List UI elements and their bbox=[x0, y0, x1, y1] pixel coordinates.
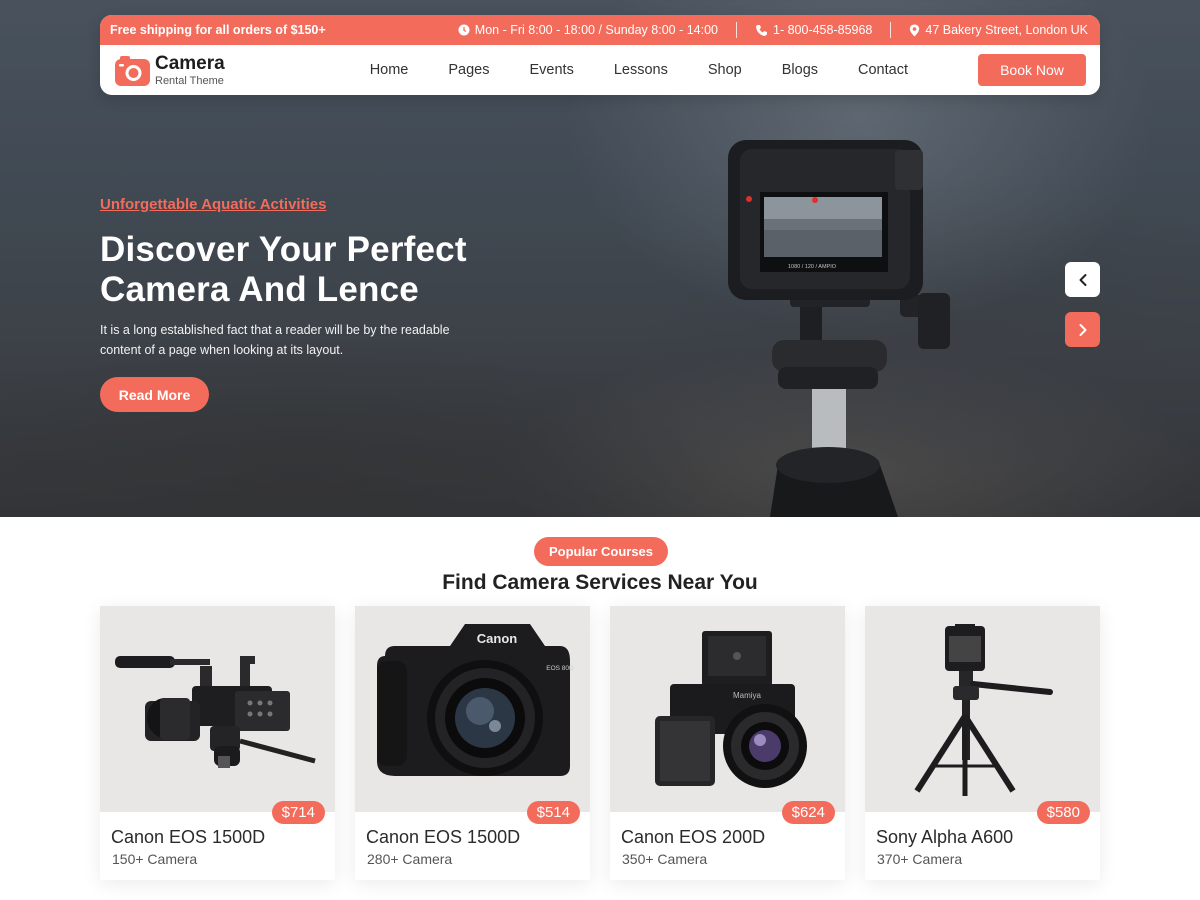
phone-number[interactable]: 1- 800-458-85968 bbox=[755, 23, 872, 37]
location-pin-icon bbox=[910, 24, 920, 36]
phone-number-text: 1- 800-458-85968 bbox=[773, 23, 873, 37]
card-image: Canon EOS 80D bbox=[355, 606, 590, 812]
camera-screen-text: 1080 / 120 / AMPIO bbox=[788, 264, 837, 270]
camera-count: 350+ Camera bbox=[622, 851, 708, 867]
camera-count: 150+ Camera bbox=[112, 851, 198, 867]
camera-card[interactable]: $714 Canon EOS 1500D 150+ Camera bbox=[100, 606, 335, 880]
price-badge: $514 bbox=[526, 801, 580, 824]
hero-content: Unforgettable Aquatic Activities Discove… bbox=[100, 196, 520, 412]
hero-title: Discover Your Perfect Camera And Lence bbox=[100, 230, 520, 310]
nav-contact[interactable]: Contact bbox=[838, 62, 928, 78]
camera-count: 370+ Camera bbox=[877, 851, 963, 867]
medium-format-camera-image: Mamiya bbox=[655, 631, 807, 788]
camera-card[interactable]: Canon EOS 80D $514 Canon EOS 1500D 280+ … bbox=[355, 606, 590, 880]
address: 47 Bakery Street, London UK bbox=[909, 23, 1088, 37]
topbar-divider bbox=[890, 22, 892, 38]
opening-hours-text: Mon - Fri 8:00 - 18:00 / Sunday 8:00 - 1… bbox=[474, 23, 718, 37]
camera-on-tripod-image bbox=[914, 624, 1053, 796]
hero-title-line-1: Discover Your Perfect bbox=[100, 230, 467, 269]
camera-name[interactable]: Canon EOS 1500D bbox=[366, 827, 520, 848]
brand-name: Camera bbox=[155, 52, 225, 74]
hero-description-line-1: It is a long established fact that a rea… bbox=[100, 323, 450, 337]
brand-tagline: Rental Theme bbox=[155, 74, 224, 87]
camera-card[interactable]: Mamiya $624 Canon EOS 200D 350+ Camera bbox=[610, 606, 845, 880]
slider-next-button[interactable] bbox=[1065, 312, 1100, 347]
book-now-button[interactable]: Book Now bbox=[978, 54, 1086, 86]
dslr-camera-image: Canon EOS 80D bbox=[377, 624, 574, 776]
main-navbar: Camera Rental Theme Home Pages Events Le… bbox=[100, 45, 1100, 95]
phone-icon bbox=[756, 24, 767, 36]
nav-home[interactable]: Home bbox=[350, 62, 429, 78]
camera-logo-icon bbox=[115, 56, 150, 86]
popular-courses-section: Popular Courses Find Camera Services Nea… bbox=[0, 517, 1200, 900]
section-title: Find Camera Services Near You bbox=[442, 571, 758, 594]
shipping-notice: Free shipping for all orders of $150+ bbox=[110, 23, 326, 37]
read-more-button[interactable]: Read More bbox=[100, 377, 209, 412]
dslr-model-text: EOS 80D bbox=[546, 665, 574, 672]
medium-format-brand-text: Mamiya bbox=[733, 691, 762, 700]
opening-hours: Mon - Fri 8:00 - 18:00 / Sunday 8:00 - 1… bbox=[458, 23, 718, 37]
nav-blogs[interactable]: Blogs bbox=[762, 62, 838, 78]
video-camera-image bbox=[115, 656, 316, 768]
nav-shop[interactable]: Shop bbox=[688, 62, 762, 78]
slider-prev-button[interactable] bbox=[1065, 262, 1100, 297]
dslr-brand-text: Canon bbox=[477, 631, 518, 646]
nav-lessons[interactable]: Lessons bbox=[594, 62, 688, 78]
hero-description-line-2: content of a page when looking at its la… bbox=[100, 343, 344, 357]
camera-count: 280+ Camera bbox=[367, 851, 453, 867]
chevron-left-icon bbox=[1079, 273, 1086, 286]
nav-pages[interactable]: Pages bbox=[428, 62, 509, 78]
nav-events[interactable]: Events bbox=[510, 62, 594, 78]
site-logo[interactable]: Camera Rental Theme bbox=[115, 54, 225, 87]
camera-card-list: $714 Canon EOS 1500D 150+ Camera Canon E… bbox=[100, 606, 1100, 880]
card-image bbox=[100, 606, 335, 812]
hero-eyebrow-link[interactable]: Unforgettable Aquatic Activities bbox=[100, 196, 326, 213]
card-image: Mamiya bbox=[610, 606, 845, 812]
chevron-right-icon bbox=[1079, 323, 1086, 336]
price-badge: $580 bbox=[1036, 801, 1090, 824]
hero-description: It is a long established fact that a rea… bbox=[100, 320, 520, 360]
card-image bbox=[865, 606, 1100, 812]
price-badge: $624 bbox=[781, 801, 835, 824]
camera-name[interactable]: Canon EOS 1500D bbox=[111, 827, 265, 848]
price-badge: $714 bbox=[271, 801, 325, 824]
site-header: Free shipping for all orders of $150+ Mo… bbox=[100, 15, 1100, 95]
camera-card[interactable]: $580 Sony Alpha A600 370+ Camera bbox=[865, 606, 1100, 880]
camera-name[interactable]: Sony Alpha A600 bbox=[876, 827, 1013, 848]
address-text: 47 Bakery Street, London UK bbox=[925, 23, 1088, 37]
top-info-bar: Free shipping for all orders of $150+ Mo… bbox=[100, 15, 1100, 45]
hero-title-line-2: Camera And Lence bbox=[100, 270, 419, 309]
clock-icon bbox=[458, 24, 470, 36]
primary-nav: Home Pages Events Lessons Shop Blogs Con… bbox=[350, 62, 928, 78]
action-camera-image: 1080 / 120 / AMPIO bbox=[728, 140, 950, 517]
hero-banner: 1080 / 120 / AMPIO Free shipping for all… bbox=[0, 0, 1200, 517]
topbar-divider bbox=[736, 22, 737, 38]
camera-name[interactable]: Canon EOS 200D bbox=[621, 827, 765, 848]
section-badge: Popular Courses bbox=[534, 537, 668, 566]
